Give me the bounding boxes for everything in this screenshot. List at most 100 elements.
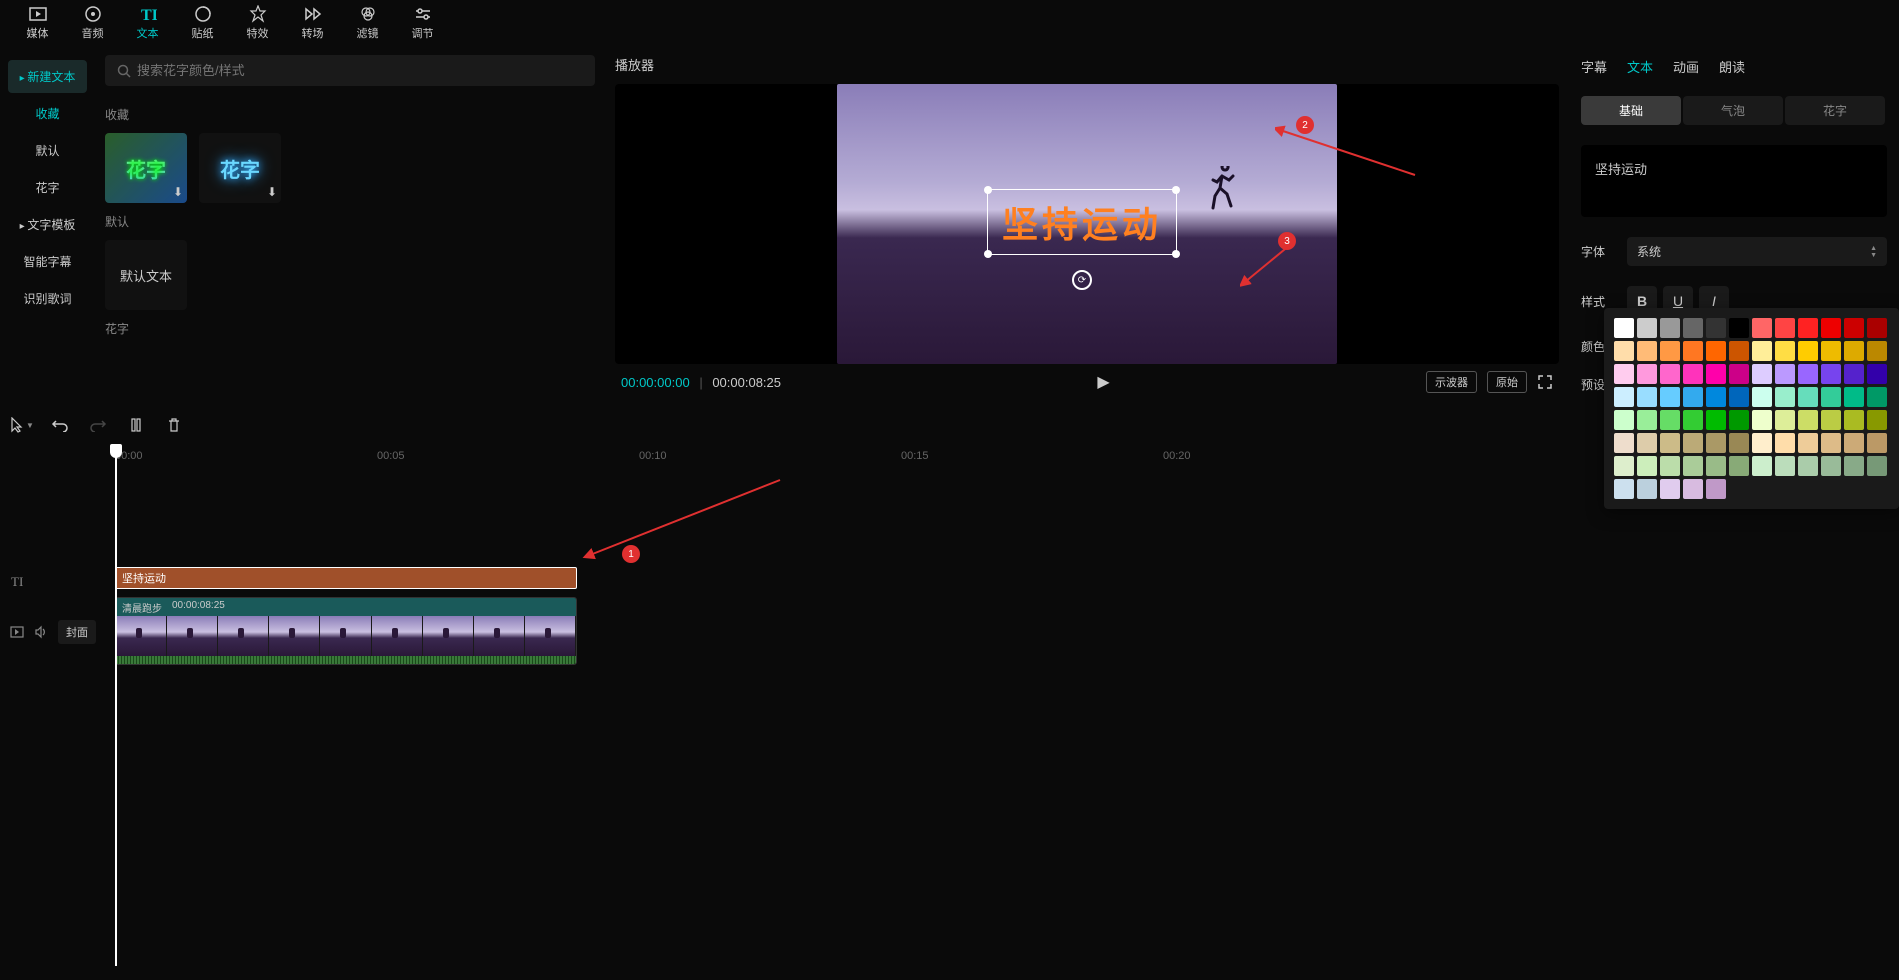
lib-item-huazi-2[interactable]: 花字 ⬇ [199,133,281,203]
text-overlay-box[interactable]: 坚持运动 ⟳ [987,189,1177,255]
color-cell[interactable] [1637,433,1657,453]
color-cell[interactable] [1752,387,1772,407]
toolbar-filter[interactable]: 滤镜 [340,5,395,41]
color-cell[interactable] [1614,387,1634,407]
color-cell[interactable] [1614,456,1634,476]
color-cell[interactable] [1844,456,1864,476]
cursor-tool[interactable]: ▼ [10,417,34,433]
color-cell[interactable] [1752,456,1772,476]
color-cell[interactable] [1821,456,1841,476]
scope-button[interactable]: 示波器 [1426,371,1477,393]
color-cell[interactable] [1637,387,1657,407]
lib-item-huazi-1[interactable]: 花字 ⬇ [105,133,187,203]
mute-icon[interactable] [34,625,48,639]
color-cell[interactable] [1660,318,1680,338]
color-cell[interactable] [1660,479,1680,499]
color-cell[interactable] [1867,433,1887,453]
color-cell[interactable] [1683,364,1703,384]
color-cell[interactable] [1867,387,1887,407]
toolbar-sticker[interactable]: 贴纸 [175,5,230,41]
original-button[interactable]: 原始 [1487,371,1527,393]
color-cell[interactable] [1637,364,1657,384]
color-cell[interactable] [1706,410,1726,430]
color-cell[interactable] [1798,410,1818,430]
font-select[interactable]: 系统 ▲▼ [1627,237,1887,266]
playhead[interactable] [115,446,117,966]
color-cell[interactable] [1798,341,1818,361]
color-cell[interactable] [1706,433,1726,453]
color-cell[interactable] [1729,364,1749,384]
tab-animation[interactable]: 动画 [1673,57,1699,76]
resize-handle-ne[interactable] [1172,186,1180,194]
color-cell[interactable] [1775,456,1795,476]
search-input[interactable] [137,63,583,78]
color-cell[interactable] [1706,341,1726,361]
color-cell[interactable] [1844,433,1864,453]
color-cell[interactable] [1752,410,1772,430]
color-cell[interactable] [1821,410,1841,430]
color-cell[interactable] [1775,433,1795,453]
color-cell[interactable] [1706,364,1726,384]
color-cell[interactable] [1821,433,1841,453]
color-cell[interactable] [1844,364,1864,384]
color-cell[interactable] [1867,456,1887,476]
color-cell[interactable] [1614,318,1634,338]
color-cell[interactable] [1660,387,1680,407]
video-clip[interactable]: 清晨跑步 00:00:08:25 [115,597,577,665]
search-bar[interactable] [105,55,595,86]
toolbar-effects[interactable]: 特效 [230,5,285,41]
color-cell[interactable] [1683,341,1703,361]
color-cell[interactable] [1798,387,1818,407]
color-cell[interactable] [1660,433,1680,453]
color-cell[interactable] [1683,456,1703,476]
sidebar-smart-subtitle[interactable]: 智能字幕 [8,245,87,278]
resize-handle-se[interactable] [1172,250,1180,258]
color-cell[interactable] [1821,318,1841,338]
color-cell[interactable] [1844,318,1864,338]
tab-text[interactable]: 文本 [1627,57,1653,76]
color-cell[interactable] [1683,410,1703,430]
color-cell[interactable] [1729,318,1749,338]
color-cell[interactable] [1798,433,1818,453]
color-cell[interactable] [1660,456,1680,476]
color-cell[interactable] [1821,387,1841,407]
toolbar-text[interactable]: TI 文本 [120,5,175,41]
tab-subtitle[interactable]: 字幕 [1581,57,1607,76]
color-cell[interactable] [1683,387,1703,407]
color-cell[interactable] [1798,318,1818,338]
sidebar-text-template[interactable]: 文字模板 [8,208,87,241]
subtab-basic[interactable]: 基础 [1581,96,1681,125]
color-cell[interactable] [1683,479,1703,499]
resize-handle-sw[interactable] [984,250,992,258]
play-button[interactable]: ▶ [1097,372,1109,392]
color-cell[interactable] [1683,433,1703,453]
color-cell[interactable] [1752,433,1772,453]
color-cell[interactable] [1706,479,1726,499]
lib-item-default-text[interactable]: 默认文本 [105,240,187,310]
color-cell[interactable] [1844,387,1864,407]
toolbar-audio[interactable]: 音频 [65,5,120,41]
color-cell[interactable] [1706,318,1726,338]
fullscreen-button[interactable] [1537,374,1553,390]
text-clip[interactable]: 坚持运动 [115,567,577,589]
color-cell[interactable] [1729,410,1749,430]
color-cell[interactable] [1729,387,1749,407]
color-cell[interactable] [1821,341,1841,361]
color-cell[interactable] [1614,410,1634,430]
tab-read[interactable]: 朗读 [1719,57,1745,76]
sidebar-default[interactable]: 默认 [8,134,87,167]
color-cell[interactable] [1614,364,1634,384]
color-cell[interactable] [1844,341,1864,361]
color-cell[interactable] [1798,456,1818,476]
delete-button[interactable] [162,413,186,437]
undo-button[interactable] [48,413,72,437]
color-cell[interactable] [1729,341,1749,361]
split-button[interactable] [124,413,148,437]
color-cell[interactable] [1821,364,1841,384]
color-cell[interactable] [1637,341,1657,361]
color-cell[interactable] [1614,433,1634,453]
color-cell[interactable] [1867,410,1887,430]
sidebar-recognize-lyrics[interactable]: 识别歌词 [8,282,87,315]
color-cell[interactable] [1660,410,1680,430]
sidebar-favorites[interactable]: 收藏 [8,97,87,130]
